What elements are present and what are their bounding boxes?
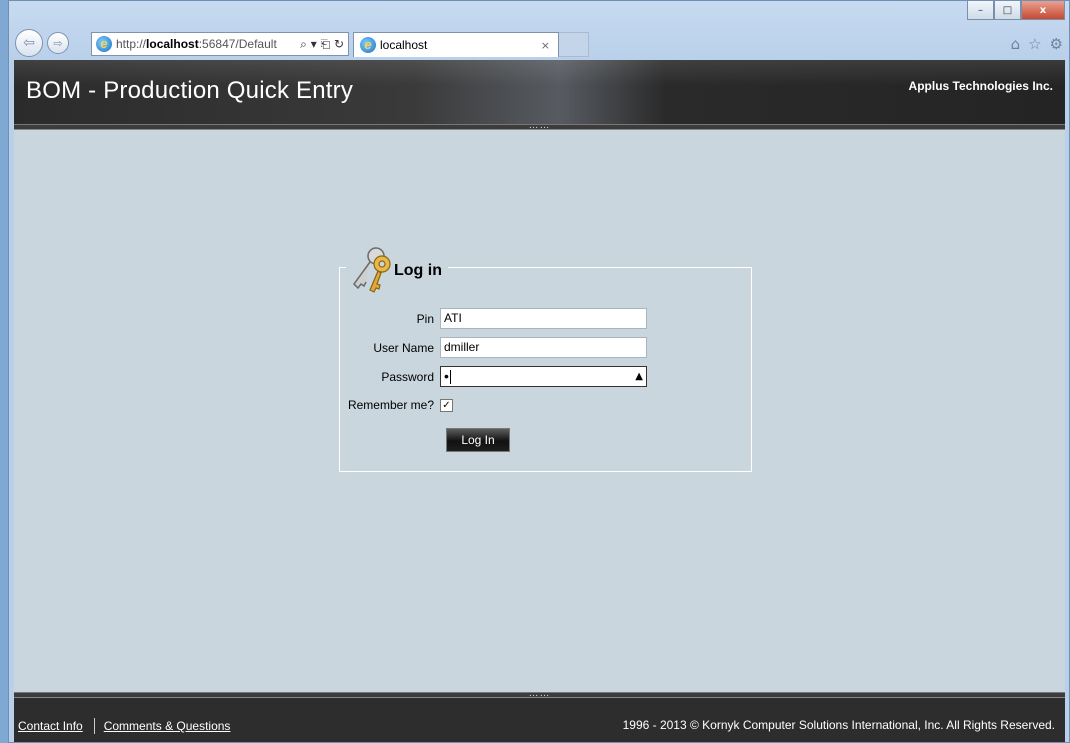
pin-row: Pin ATI xyxy=(340,308,647,329)
address-bar[interactable]: e http://localhost:56847/Default ⌕ ▾ ⎗ ↻ xyxy=(91,32,349,56)
new-tab-button[interactable] xyxy=(559,32,589,57)
page-content: BOM - Production Quick Entry Applus Tech… xyxy=(14,60,1065,742)
tab-title: localhost xyxy=(380,38,428,52)
window-controls: – □ x xyxy=(967,1,1065,20)
keys-icon xyxy=(353,247,391,293)
username-row: User Name dmiller xyxy=(340,337,647,358)
password-row: Password • ▲ xyxy=(340,366,647,387)
remember-checkbox[interactable]: ✓ xyxy=(440,398,453,412)
ie-logo-icon: e xyxy=(360,37,376,53)
comments-link[interactable]: Comments & Questions xyxy=(104,719,231,733)
contact-info-link[interactable]: Contact Info xyxy=(18,719,83,733)
text-caret xyxy=(449,369,451,384)
copyright-text: 1996 - 2013 © Kornyk Computer Solutions … xyxy=(622,718,1055,732)
pin-label: Pin xyxy=(416,311,434,326)
tab-localhost[interactable]: e localhost × xyxy=(353,32,559,57)
username-label: User Name xyxy=(373,340,434,355)
close-icon[interactable]: x xyxy=(1021,1,1065,20)
footer-divider xyxy=(93,718,95,734)
remember-row: Remember me? ✓ xyxy=(340,398,453,412)
password-input[interactable]: • ▲ xyxy=(440,366,647,387)
login-panel: Log in Pin ATI User Name dmiller Passwor… xyxy=(339,244,752,472)
company-name: Applus Technologies Inc. xyxy=(908,79,1053,93)
password-label: Password xyxy=(381,369,434,384)
favorites-star-icon[interactable]: ☆ xyxy=(1028,35,1041,53)
page-title: BOM - Production Quick Entry xyxy=(26,77,354,104)
splitter-grip-icon[interactable]: …… xyxy=(529,689,551,699)
top-splitter[interactable]: …… xyxy=(14,121,1065,131)
forward-icon[interactable]: ⇨ xyxy=(47,32,69,54)
login-button[interactable]: Log In xyxy=(446,428,510,452)
maximize-icon[interactable]: □ xyxy=(994,1,1021,20)
back-icon[interactable]: ⇦ xyxy=(15,29,43,57)
login-legend: Log in xyxy=(346,244,448,294)
footer-links: Contact Info Comments & Questions xyxy=(18,718,230,734)
address-url[interactable]: http://localhost:56847/Default xyxy=(116,37,277,51)
address-tools-icon[interactable]: ⌕ ▾ ⎗ ↻ xyxy=(296,37,348,52)
app-footer: Contact Info Comments & Questions 1996 -… xyxy=(14,698,1065,742)
ie-logo-icon: e xyxy=(96,36,112,52)
tab-close-icon[interactable]: × xyxy=(541,39,550,52)
eye-icon[interactable]: ▲ xyxy=(635,367,643,386)
browser-window: – □ x ⇦ ⇨ e http://localhost:56847/Defau… xyxy=(8,0,1070,743)
password-mask: • xyxy=(444,368,449,384)
splitter-grip-icon[interactable]: …… xyxy=(529,121,551,131)
username-input[interactable]: dmiller xyxy=(440,337,647,358)
pin-input[interactable]: ATI xyxy=(440,308,647,329)
app-header: BOM - Production Quick Entry Applus Tech… xyxy=(14,60,1065,124)
home-icon[interactable]: ⌂ xyxy=(1011,35,1021,53)
gear-icon[interactable]: ⚙ xyxy=(1050,35,1063,53)
username-value: dmiller xyxy=(444,340,480,354)
remember-label: Remember me? xyxy=(347,398,434,412)
pin-value: ATI xyxy=(444,311,462,325)
login-heading: Log in xyxy=(394,262,442,279)
minimize-icon[interactable]: – xyxy=(967,1,994,20)
browser-navbar: ⇦ ⇨ e http://localhost:56847/Default ⌕ ▾… xyxy=(9,23,1069,59)
browser-toolbar-icons: ⌂ ☆ ⚙ xyxy=(1011,35,1063,53)
